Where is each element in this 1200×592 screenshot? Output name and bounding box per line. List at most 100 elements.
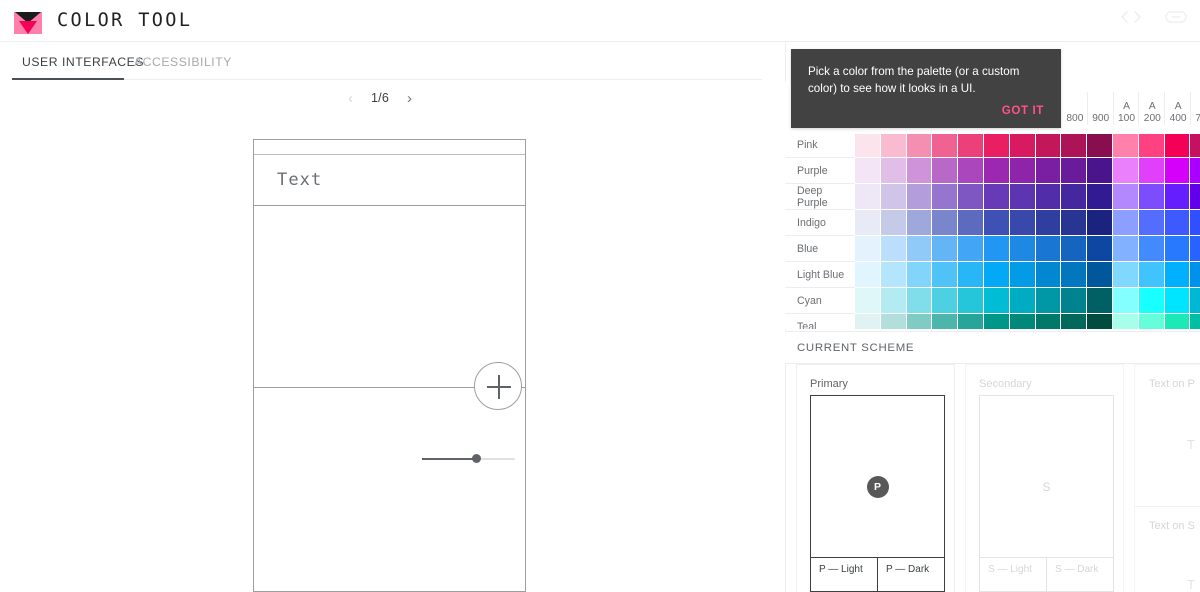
palette-swatch[interactable]	[1112, 314, 1139, 329]
palette-swatch[interactable]	[983, 288, 1010, 314]
palette-swatch[interactable]	[1087, 134, 1113, 158]
palette-swatch[interactable]	[983, 158, 1010, 184]
palette-swatch[interactable]	[932, 210, 959, 236]
palette-swatch[interactable]	[1087, 236, 1113, 262]
primary-light-swatch[interactable]: P — Light	[810, 558, 877, 592]
palette-swatch[interactable]	[958, 210, 984, 236]
palette-swatch[interactable]	[983, 262, 1010, 288]
palette-swatch[interactable]	[1009, 314, 1036, 329]
palette-swatch[interactable]	[958, 184, 984, 210]
palette-swatch[interactable]	[1138, 314, 1165, 329]
palette-swatch[interactable]	[1009, 210, 1036, 236]
palette-swatch[interactable]	[880, 158, 907, 184]
palette-swatch[interactable]	[1112, 210, 1139, 236]
palette-swatch[interactable]	[855, 184, 881, 210]
palette-swatch[interactable]	[1164, 184, 1191, 210]
text-on-secondary-section[interactable]: Text on S T	[1135, 507, 1200, 592]
palette-swatch[interactable]	[1061, 314, 1088, 329]
palette-swatch[interactable]	[1190, 236, 1200, 262]
palette-swatch[interactable]	[1035, 134, 1062, 158]
palette-swatch[interactable]	[1035, 210, 1062, 236]
palette-swatch[interactable]	[880, 184, 907, 210]
palette-swatch[interactable]	[906, 210, 933, 236]
palette-swatch[interactable]	[1061, 134, 1088, 158]
palette-swatch[interactable]	[932, 314, 959, 329]
tab-user-interfaces[interactable]: USER INTERFACES	[22, 55, 144, 69]
palette-swatch[interactable]	[1061, 288, 1088, 314]
slider-thumb[interactable]	[472, 454, 481, 463]
palette-swatch[interactable]	[1138, 262, 1165, 288]
mockup-slider[interactable]	[422, 453, 515, 465]
palette-swatch[interactable]	[880, 134, 907, 158]
chevron-left-icon[interactable]: ‹	[348, 91, 353, 106]
palette-swatch[interactable]	[855, 288, 881, 314]
mockup-fab-button[interactable]	[474, 362, 522, 410]
tooltip-got-it-button[interactable]: GOT IT	[1002, 104, 1044, 117]
palette-swatch[interactable]	[1035, 236, 1062, 262]
palette-swatch[interactable]	[1164, 236, 1191, 262]
palette-swatch[interactable]	[1190, 314, 1200, 329]
color-palette-grid[interactable]: Pink Purple Deep Purple Indigo Blue Light Blu…	[785, 134, 1200, 329]
palette-swatch[interactable]	[855, 236, 881, 262]
palette-swatch[interactable]	[1035, 184, 1062, 210]
palette-swatch[interactable]	[983, 134, 1010, 158]
palette-swatch[interactable]	[1035, 262, 1062, 288]
palette-swatch[interactable]	[1138, 210, 1165, 236]
palette-swatch[interactable]	[1009, 288, 1036, 314]
palette-swatch[interactable]	[1009, 184, 1036, 210]
ui-mockup-preview[interactable]: Text	[253, 139, 526, 592]
palette-swatch[interactable]	[1112, 288, 1139, 314]
palette-swatch[interactable]	[880, 210, 907, 236]
palette-swatch[interactable]	[1138, 158, 1165, 184]
palette-swatch[interactable]	[906, 314, 933, 329]
palette-swatch[interactable]	[932, 184, 959, 210]
palette-swatch[interactable]	[906, 262, 933, 288]
palette-swatch[interactable]	[958, 158, 984, 184]
palette-swatch[interactable]	[1112, 134, 1139, 158]
palette-swatch[interactable]	[1009, 236, 1036, 262]
palette-swatch[interactable]	[855, 134, 881, 158]
palette-swatch[interactable]	[1190, 184, 1200, 210]
palette-swatch[interactable]	[855, 314, 881, 329]
app-logo-icon[interactable]	[14, 8, 42, 34]
palette-swatch[interactable]	[1138, 184, 1165, 210]
palette-swatch[interactable]	[906, 288, 933, 314]
palette-swatch[interactable]	[1087, 314, 1113, 329]
palette-swatch[interactable]	[1061, 236, 1088, 262]
palette-swatch[interactable]	[1035, 314, 1062, 329]
palette-swatch[interactable]	[1164, 158, 1191, 184]
palette-swatch[interactable]	[1164, 288, 1191, 314]
palette-swatch[interactable]	[1061, 158, 1088, 184]
secondary-dark-swatch[interactable]: S — Dark	[1046, 558, 1114, 592]
palette-swatch[interactable]	[1190, 158, 1200, 184]
palette-swatch[interactable]	[880, 314, 907, 329]
palette-swatch[interactable]	[958, 288, 984, 314]
text-on-primary-section[interactable]: Text on P T	[1135, 365, 1200, 507]
palette-swatch[interactable]	[855, 210, 881, 236]
palette-swatch[interactable]	[958, 134, 984, 158]
palette-swatch[interactable]	[1009, 262, 1036, 288]
palette-swatch[interactable]	[1138, 236, 1165, 262]
palette-swatch[interactable]	[958, 262, 984, 288]
palette-swatch[interactable]	[1190, 288, 1200, 314]
palette-swatch[interactable]	[1087, 184, 1113, 210]
scheme-card-primary[interactable]: Primary P P — Light P — Dark	[797, 365, 954, 592]
palette-swatch[interactable]	[1087, 158, 1113, 184]
palette-swatch[interactable]	[880, 262, 907, 288]
palette-swatch[interactable]	[1164, 134, 1191, 158]
palette-swatch[interactable]	[906, 236, 933, 262]
palette-swatch[interactable]	[906, 158, 933, 184]
palette-swatch[interactable]	[958, 314, 984, 329]
secondary-light-swatch[interactable]: S — Light	[979, 558, 1046, 592]
palette-swatch[interactable]	[958, 236, 984, 262]
palette-swatch[interactable]	[1009, 158, 1036, 184]
palette-swatch[interactable]	[1061, 262, 1088, 288]
palette-swatch[interactable]	[983, 210, 1010, 236]
scheme-card-text[interactable]: Text on P T Text on S T	[1135, 365, 1200, 592]
palette-swatch[interactable]	[983, 184, 1010, 210]
palette-swatch[interactable]	[1164, 210, 1191, 236]
palette-swatch[interactable]	[1190, 134, 1200, 158]
palette-swatch[interactable]	[1190, 210, 1200, 236]
chevron-right-icon[interactable]: ›	[407, 91, 412, 106]
palette-swatch[interactable]	[1061, 184, 1088, 210]
